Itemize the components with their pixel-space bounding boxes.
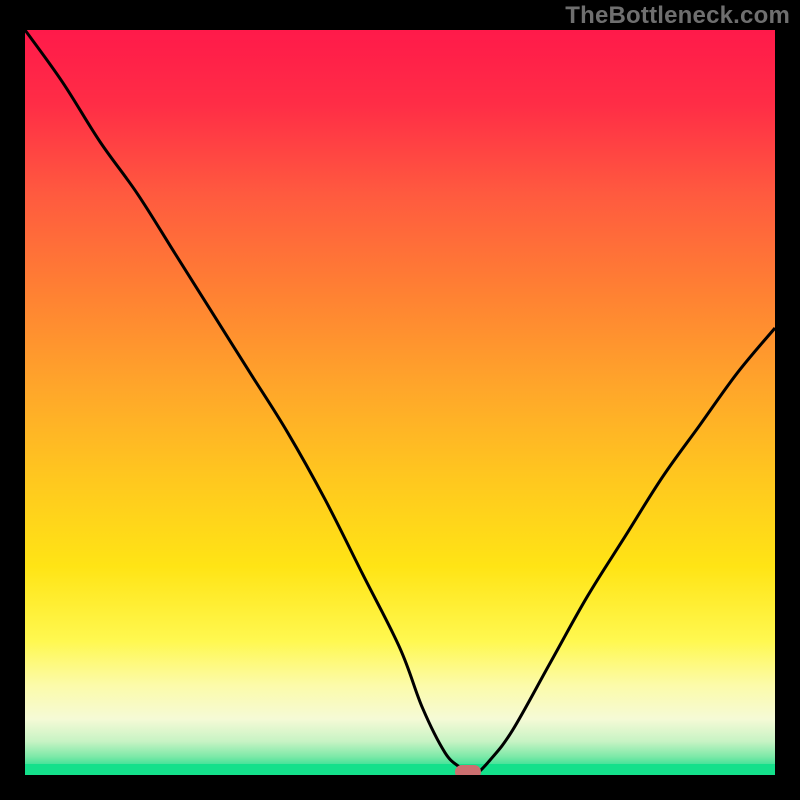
optimum-marker [455,765,481,775]
watermark-text: TheBottleneck.com [565,2,790,30]
chart-area [25,30,775,775]
bottleneck-curve [25,30,775,775]
